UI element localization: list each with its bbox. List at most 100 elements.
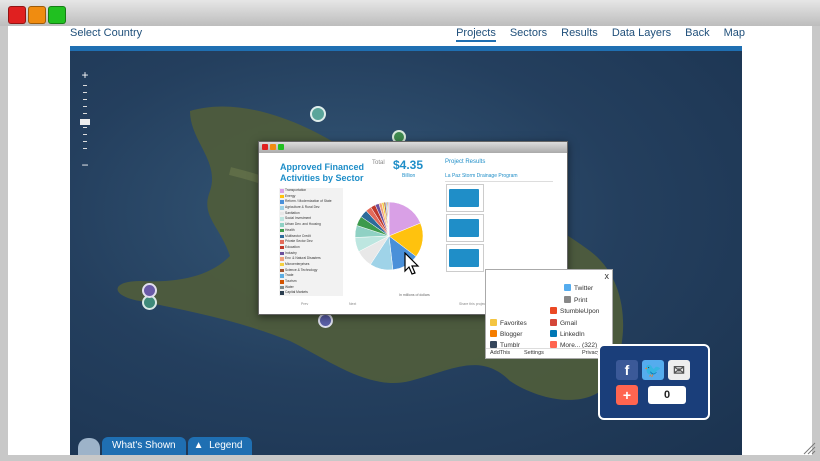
blogger-icon [490,330,497,337]
legend-tab[interactable]: ▲ Legend [187,437,253,455]
popup-minimize-button[interactable] [270,144,276,150]
total-unit: Billion [402,173,416,179]
legend-label: Env. & Natural Disasters [285,256,321,261]
window-frame-left [0,26,8,461]
legend-label: Multisector Credit [285,233,311,238]
legend-label: Education [285,244,300,249]
share-count: 0 [648,386,686,404]
maximize-window-button[interactable] [48,6,66,24]
legend-label: Energy [285,193,296,198]
map-marker[interactable] [142,283,157,298]
bottom-tabs: What's Shown ▲ Legend [102,437,254,455]
project-name-link[interactable]: La Paz Storm Drainage Program [445,173,518,179]
legend-swatch [280,217,284,221]
main-nav-links: Projects Sectors Results Data Layers Bac… [456,27,745,42]
window-frame-bottom [0,455,820,461]
legend-label: Capital Markets [285,290,308,295]
legend-label: Social Investment [285,216,312,221]
legend-label: Trade [285,273,294,278]
zoom-slider-thumb[interactable] [80,119,90,125]
total-label: Total [372,160,385,166]
share-stumbleupon[interactable]: StumbleUpon [550,307,599,315]
linkedin-icon [550,330,557,337]
legend-swatch [280,262,284,267]
result-thumbnail[interactable] [446,244,484,272]
nav-projects[interactable]: Projects [456,27,496,42]
nav-back[interactable]: Back [685,27,709,42]
share-project-link[interactable]: Share this project [459,302,486,306]
legend-swatch [280,211,284,216]
legend-label: Sanitation [285,210,300,215]
legend-label: Agriculture & Rural Dev. [285,205,321,210]
tumblr-icon [490,341,497,348]
legend-swatch [280,251,284,256]
zoom-in-icon[interactable]: + [78,69,92,81]
legend-swatch [280,223,284,227]
nav-data-layers[interactable]: Data Layers [612,27,671,42]
twitter-bird-icon[interactable]: 🐦 [642,360,664,380]
total-value: $4.35 [393,158,424,172]
home-icon[interactable] [78,438,100,455]
window-frame-right [812,26,820,461]
plus-icon [550,341,557,348]
close-window-button[interactable] [8,6,26,24]
facebook-icon[interactable]: f [616,360,638,380]
popup-title: Approved Financed Activities by Sector [280,162,365,183]
gmail-icon [550,319,557,326]
prev-link[interactable]: Prev [301,302,308,306]
share-blogger[interactable]: Blogger [490,330,522,338]
share-menu: x Twitter Print StumbleUpon Favorites Gm… [485,269,613,359]
mouse-cursor-icon [404,252,420,275]
legend-swatch [280,268,284,273]
popup-maximize-button[interactable] [278,144,284,150]
zoom-out-icon[interactable]: − [78,159,92,171]
share-linkedin[interactable]: LinkedIn [550,330,585,338]
map-marker[interactable] [318,313,333,328]
whats-shown-label: What's Shown [112,440,176,451]
legend-label: Transportation [285,188,307,192]
legend-swatch [280,257,284,261]
legend-swatch [280,245,284,250]
legend-label: Water [285,284,294,289]
resize-grip-icon[interactable] [802,441,816,455]
social-share-panel: f 🐦 ✉ + 0 [598,344,710,420]
minimize-window-button[interactable] [28,6,46,24]
select-country-link[interactable]: Select Country [70,27,142,39]
addthis-link[interactable]: AddThis [490,349,510,358]
result-thumbnail[interactable] [446,184,484,212]
results-divider [445,181,553,182]
project-results-title: Project Results [445,159,486,165]
legend-label: Science & Technology [285,267,318,272]
share-favorites[interactable]: Favorites [490,319,527,327]
nav-sectors[interactable]: Sectors [510,27,547,42]
result-illustration-icon [449,219,479,237]
nav-map[interactable]: Map [724,27,745,42]
legend-swatch [280,285,284,290]
legend-swatch [280,234,284,238]
settings-link[interactable]: Settings [524,349,544,358]
twitter-icon [564,284,571,291]
legend-label: Private Sector Dev. [285,239,314,244]
result-illustration-icon [449,249,479,267]
share-close-button[interactable]: x [605,271,610,281]
legend-swatch [280,189,284,193]
legend-swatch [280,228,284,233]
result-thumbnail[interactable] [446,214,484,242]
addthis-plus-icon[interactable]: + [616,385,638,405]
legend-swatch [280,274,284,278]
map-marker[interactable] [310,106,326,122]
legend-entry: Capital Markets [279,290,343,296]
zoom-control[interactable]: + − [78,69,92,171]
share-print[interactable]: Print [564,296,587,304]
whats-shown-tab[interactable]: What's Shown [102,437,186,455]
legend-swatch [280,194,284,199]
email-icon[interactable]: ✉ [668,360,690,380]
popup-close-button[interactable] [262,144,268,150]
share-gmail[interactable]: Gmail [550,319,577,327]
share-twitter[interactable]: Twitter [564,284,593,292]
legend-label: Microenterprises [285,261,310,266]
stumbleupon-icon [550,307,557,314]
nav-results[interactable]: Results [561,27,598,42]
legend-swatch [280,280,284,284]
next-link[interactable]: Next [349,302,356,306]
